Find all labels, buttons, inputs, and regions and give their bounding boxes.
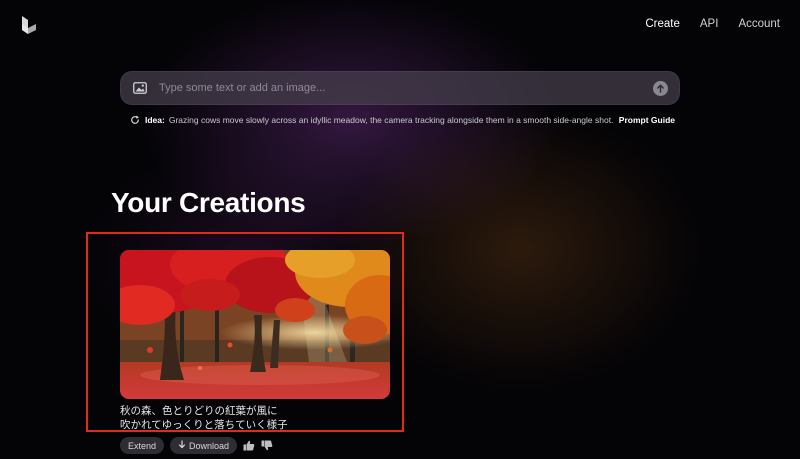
idea-row: Idea: Grazing cows move slowly across an…	[130, 113, 675, 127]
nav-account[interactable]: Account	[738, 18, 780, 30]
extend-label: Extend	[128, 440, 157, 451]
extend-button[interactable]: Extend	[120, 437, 165, 454]
section-title: Your Creations	[111, 187, 306, 218]
nav-api[interactable]: API	[700, 18, 719, 30]
arrow-up-icon[interactable]	[653, 80, 668, 96]
nav-create[interactable]: Create	[645, 18, 680, 30]
creation-actions: Extend Download	[120, 437, 273, 454]
caption-line-1: 秋の森、色とりどりの紅葉が風に	[120, 405, 278, 417]
thumbs-down-icon[interactable]	[261, 440, 273, 452]
refresh-icon[interactable]	[130, 115, 140, 125]
download-arrow-icon	[178, 440, 186, 451]
prompt-input[interactable]	[157, 81, 653, 95]
prompt-bar	[120, 71, 680, 105]
creation-caption: 秋の森、色とりどりの紅葉が風に 吹かれてゆっくりと落ちていく様子	[120, 404, 370, 432]
app-window: Create API Account Idea: Grazing	[0, 0, 800, 459]
idea-text[interactable]: Grazing cows move slowly across an idyll…	[169, 115, 615, 125]
cube-logo-icon[interactable]	[18, 14, 38, 36]
prompt-guide-link[interactable]: Prompt Guide	[619, 115, 675, 125]
image-icon[interactable]	[132, 81, 148, 95]
thumbs-up-icon[interactable]	[243, 440, 255, 452]
caption-line-2: 吹かれてゆっくりと落ちていく様子	[120, 419, 288, 431]
download-button[interactable]: Download	[170, 437, 238, 454]
idea-label: Idea:	[145, 115, 165, 125]
top-nav: Create API Account	[645, 18, 780, 30]
autumn-forest-image[interactable]	[120, 250, 390, 399]
download-label: Download	[189, 440, 230, 451]
